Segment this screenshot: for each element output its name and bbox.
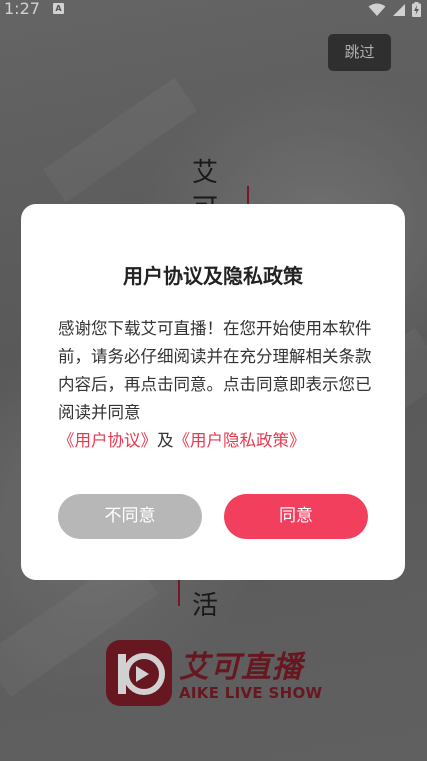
agree-button[interactable]: 同意 (224, 494, 368, 539)
privacy-dialog: 用户协议及隐私政策 感谢您下载艾可直播！在您开始使用本软件前，请务必仔细阅读并在… (21, 204, 405, 580)
dialog-connector: 及 (157, 431, 174, 450)
dialog-body-text: 感谢您下载艾可直播！在您开始使用本软件前，请务必仔细阅读并在充分理解相关条款内容… (58, 319, 372, 422)
dialog-body: 感谢您下载艾可直播！在您开始使用本软件前，请务必仔细阅读并在充分理解相关条款内容… (58, 315, 374, 455)
disagree-button[interactable]: 不同意 (58, 494, 202, 539)
user-agreement-link[interactable]: 《用户协议》 (58, 431, 157, 450)
dialog-title: 用户协议及隐私政策 (123, 264, 303, 288)
privacy-policy-link[interactable]: 《用户隐私政策》 (174, 431, 306, 450)
